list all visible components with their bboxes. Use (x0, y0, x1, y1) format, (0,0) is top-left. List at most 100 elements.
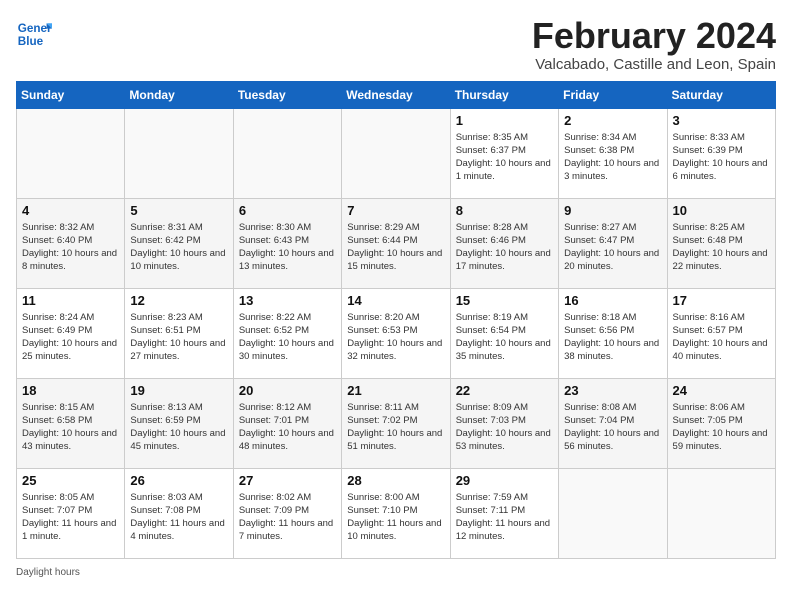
calendar-cell: 27 Sunrise: 8:02 AM Sunset: 7:09 PM Dayli… (233, 468, 341, 558)
calendar-cell: 9 Sunrise: 8:27 AM Sunset: 6:47 PM Daylig… (559, 198, 667, 288)
cell-info: Sunrise: 8:20 AM Sunset: 6:53 PM Dayligh… (347, 311, 444, 364)
calendar-cell (17, 108, 125, 198)
calendar-cell: 26Sunrise: 8:03 AM Sunset: 7:08 PM Dayli… (125, 468, 233, 558)
footer-daylight: Daylight hours (16, 567, 776, 578)
calendar-cell: 22 Sunrise: 8:09 AM Sunset: 7:03 PM Dayli… (450, 378, 558, 468)
cell-info: Sunrise: 8:27 AM Sunset: 6:47 PM Dayligh… (564, 221, 661, 274)
cell-info: Sunrise: 8:33 AM Sunset: 6:39 PM Dayligh… (673, 131, 770, 184)
calendar-cell: 8 Sunrise: 8:28 AM Sunset: 6:46 PM Daylig… (450, 198, 558, 288)
calendar-cell: 25 Sunrise: 8:05 AM Sunset: 7:07 PM Dayli… (17, 468, 125, 558)
location-title: Valcabado, Castille and Leon, Spain (532, 56, 776, 73)
calendar-cell (342, 108, 450, 198)
day-number: 12 (130, 293, 227, 308)
cell-info: Sunrise: 8:29 AM Sunset: 6:44 PM Dayligh… (347, 221, 444, 274)
cell-info: Sunrise: 8:22 AM Sunset: 6:52 PM Dayligh… (239, 311, 336, 364)
calendar-cell: 23Sunrise: 8:08 AM Sunset: 7:04 PM Dayli… (559, 378, 667, 468)
cell-info: Sunrise: 8:23 AM Sunset: 6:51 PM Dayligh… (130, 311, 227, 364)
page-header: General Blue February 2024 Valcabado, Ca… (16, 16, 776, 73)
cell-info: Sunrise: 8:34 AM Sunset: 6:38 PM Dayligh… (564, 131, 661, 184)
day-header: Tuesday (233, 81, 341, 108)
cell-info: Sunrise: 8:05 AM Sunset: 7:07 PM Dayligh… (22, 491, 119, 544)
day-number: 19 (130, 383, 227, 398)
day-number: 16 (564, 293, 661, 308)
calendar-cell: 2 Sunrise: 8:34 AM Sunset: 6:38 PM Daylig… (559, 108, 667, 198)
day-header: Wednesday (342, 81, 450, 108)
calendar-cell (667, 468, 775, 558)
cell-info: Sunrise: 8:12 AM Sunset: 7:01 PM Dayligh… (239, 401, 336, 454)
cell-info: Sunrise: 8:15 AM Sunset: 6:58 PM Dayligh… (22, 401, 119, 454)
calendar-cell: 24 Sunrise: 8:06 AM Sunset: 7:05 PM Dayli… (667, 378, 775, 468)
day-number: 25 (22, 473, 119, 488)
day-header: Monday (125, 81, 233, 108)
calendar-cell: 7 Sunrise: 8:29 AM Sunset: 6:44 PM Daylig… (342, 198, 450, 288)
calendar-header: SundayMondayTuesdayWednesdayThursdayFrid… (17, 81, 776, 108)
calendar-cell: 19 Sunrise: 8:13 AM Sunset: 6:59 PM Dayli… (125, 378, 233, 468)
calendar-cell: 18 Sunrise: 8:15 AM Sunset: 6:58 PM Dayli… (17, 378, 125, 468)
calendar-cell: 28 Sunrise: 8:00 AM Sunset: 7:10 PM Dayli… (342, 468, 450, 558)
day-number: 6 (239, 203, 336, 218)
cell-info: Sunrise: 8:28 AM Sunset: 6:46 PM Dayligh… (456, 221, 553, 274)
title-block: February 2024 Valcabado, Castille and Le… (532, 16, 776, 73)
cell-info: Sunrise: 8:08 AM Sunset: 7:04 PM Dayligh… (564, 401, 661, 454)
day-number: 3 (673, 113, 770, 128)
day-header: Thursday (450, 81, 558, 108)
calendar-cell: 1 Sunrise: 8:35 AM Sunset: 6:37 PM Daylig… (450, 108, 558, 198)
day-number: 8 (456, 203, 553, 218)
calendar-cell: 29 Sunrise: 7:59 AM Sunset: 7:11 PM Dayli… (450, 468, 558, 558)
day-number: 5 (130, 203, 227, 218)
day-number: 28 (347, 473, 444, 488)
calendar-cell: 12 Sunrise: 8:23 AM Sunset: 6:51 PM Dayli… (125, 288, 233, 378)
cell-info: Sunrise: 8:31 AM Sunset: 6:42 PM Dayligh… (130, 221, 227, 274)
day-number: 21 (347, 383, 444, 398)
day-header: Friday (559, 81, 667, 108)
cell-info: Sunrise: 8:11 AM Sunset: 7:02 PM Dayligh… (347, 401, 444, 454)
calendar-cell (233, 108, 341, 198)
calendar-cell: 14Sunrise: 8:20 AM Sunset: 6:53 PM Dayli… (342, 288, 450, 378)
calendar-cell: 4Sunrise: 8:32 AM Sunset: 6:40 PM Daylig… (17, 198, 125, 288)
logo: General Blue (16, 16, 52, 52)
day-number: 10 (673, 203, 770, 218)
cell-info: Sunrise: 8:03 AM Sunset: 7:08 PM Dayligh… (130, 491, 227, 544)
calendar-table: SundayMondayTuesdayWednesdayThursdayFrid… (16, 81, 776, 559)
calendar-cell (125, 108, 233, 198)
calendar-cell: 11 Sunrise: 8:24 AM Sunset: 6:49 PM Dayli… (17, 288, 125, 378)
logo-icon: General Blue (16, 16, 52, 52)
day-number: 1 (456, 113, 553, 128)
day-number: 11 (22, 293, 119, 308)
day-number: 27 (239, 473, 336, 488)
cell-info: Sunrise: 8:09 AM Sunset: 7:03 PM Dayligh… (456, 401, 553, 454)
svg-text:Blue: Blue (18, 35, 44, 48)
day-number: 22 (456, 383, 553, 398)
day-header: Saturday (667, 81, 775, 108)
day-number: 20 (239, 383, 336, 398)
calendar-cell: 20 Sunrise: 8:12 AM Sunset: 7:01 PM Dayli… (233, 378, 341, 468)
calendar-cell: 21 Sunrise: 8:11 AM Sunset: 7:02 PM Dayli… (342, 378, 450, 468)
day-number: 18 (22, 383, 119, 398)
day-header: Sunday (17, 81, 125, 108)
calendar-cell: 17Sunrise: 8:16 AM Sunset: 6:57 PM Dayli… (667, 288, 775, 378)
day-number: 2 (564, 113, 661, 128)
cell-info: Sunrise: 8:02 AM Sunset: 7:09 PM Dayligh… (239, 491, 336, 544)
calendar-cell (559, 468, 667, 558)
day-number: 7 (347, 203, 444, 218)
cell-info: Sunrise: 8:25 AM Sunset: 6:48 PM Dayligh… (673, 221, 770, 274)
cell-info: Sunrise: 7:59 AM Sunset: 7:11 PM Dayligh… (456, 491, 553, 544)
cell-info: Sunrise: 8:00 AM Sunset: 7:10 PM Dayligh… (347, 491, 444, 544)
day-number: 29 (456, 473, 553, 488)
calendar-cell: 3 Sunrise: 8:33 AM Sunset: 6:39 PM Daylig… (667, 108, 775, 198)
calendar-cell: 6Sunrise: 8:30 AM Sunset: 6:43 PM Daylig… (233, 198, 341, 288)
cell-info: Sunrise: 8:13 AM Sunset: 6:59 PM Dayligh… (130, 401, 227, 454)
day-number: 4 (22, 203, 119, 218)
cell-info: Sunrise: 8:16 AM Sunset: 6:57 PM Dayligh… (673, 311, 770, 364)
cell-info: Sunrise: 8:19 AM Sunset: 6:54 PM Dayligh… (456, 311, 553, 364)
day-number: 24 (673, 383, 770, 398)
calendar-cell: 13 Sunrise: 8:22 AM Sunset: 6:52 PM Dayli… (233, 288, 341, 378)
cell-info: Sunrise: 8:06 AM Sunset: 7:05 PM Dayligh… (673, 401, 770, 454)
cell-info: Sunrise: 8:24 AM Sunset: 6:49 PM Dayligh… (22, 311, 119, 364)
calendar-cell: 16 Sunrise: 8:18 AM Sunset: 6:56 PM Dayli… (559, 288, 667, 378)
cell-info: Sunrise: 8:35 AM Sunset: 6:37 PM Dayligh… (456, 131, 553, 184)
day-number: 9 (564, 203, 661, 218)
calendar-cell: 10 Sunrise: 8:25 AM Sunset: 6:48 PM Dayli… (667, 198, 775, 288)
cell-info: Sunrise: 8:18 AM Sunset: 6:56 PM Dayligh… (564, 311, 661, 364)
day-number: 13 (239, 293, 336, 308)
